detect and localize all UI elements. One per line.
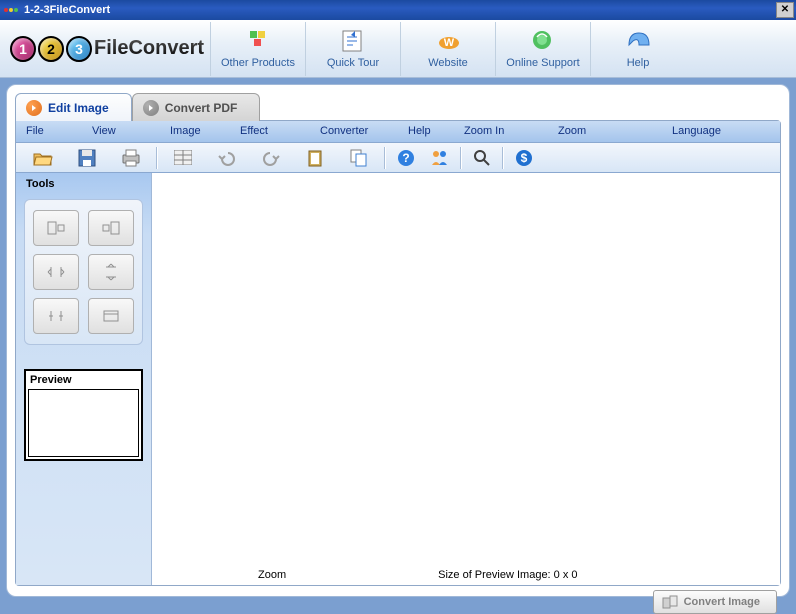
- buy-button[interactable]: $: [508, 145, 540, 171]
- main-frame: Edit Image Convert PDF FileViewImageEffe…: [6, 84, 790, 597]
- tools-title: Tools: [16, 173, 151, 195]
- sidebar: Tools Preview: [16, 173, 152, 585]
- clipboard-button[interactable]: [294, 145, 336, 171]
- quicktour-icon: [341, 29, 365, 53]
- support-icon: [531, 29, 555, 53]
- svg-text:W: W: [444, 37, 455, 49]
- tab-edit-image[interactable]: Edit Image: [15, 93, 132, 121]
- header-btn-label: Online Support: [506, 57, 579, 69]
- menu-view[interactable]: View: [82, 121, 160, 142]
- undo-button[interactable]: [206, 145, 248, 171]
- header-btn-products[interactable]: Other Products: [210, 22, 305, 76]
- app-icon: [4, 4, 20, 16]
- tool-crop[interactable]: [33, 298, 79, 334]
- help-icon-button[interactable]: ?: [390, 145, 422, 171]
- website-icon: W: [436, 29, 460, 53]
- menu-zoom-in[interactable]: Zoom In: [454, 121, 548, 142]
- window-title: 1-2-3FileConvert: [24, 4, 110, 16]
- logo-circle-3: 3: [66, 36, 92, 62]
- save-button[interactable]: [66, 145, 108, 171]
- header-btn-quicktour[interactable]: Quick Tour: [305, 22, 400, 76]
- redo-button[interactable]: [250, 145, 292, 171]
- tab-convert-pdf[interactable]: Convert PDF: [132, 93, 261, 121]
- title-bar: 1-2-3FileConvert ✕: [0, 0, 796, 20]
- tool-rotate-right[interactable]: [88, 210, 134, 246]
- tab-convert-pdf-label: Convert PDF: [165, 101, 238, 115]
- svg-text:$: $: [521, 151, 528, 165]
- tool-canvas[interactable]: [88, 298, 134, 334]
- status-bar: Zoom Size of Preview Image: 0 x 0: [152, 569, 780, 581]
- copy-button[interactable]: [338, 145, 380, 171]
- convert-image-button[interactable]: Convert Image: [653, 590, 777, 614]
- menu-bar: FileViewImageEffectConverterHelpZoom InZ…: [16, 121, 780, 143]
- svg-text:?: ?: [402, 151, 409, 165]
- preview-panel: Preview: [24, 369, 143, 461]
- tab-edit-image-label: Edit Image: [48, 101, 109, 115]
- status-zoom: Zoom: [258, 569, 286, 581]
- tools-panel: [24, 199, 143, 345]
- menu-zoom[interactable]: Zoom: [548, 121, 662, 142]
- canvas-area: Zoom Size of Preview Image: 0 x 0: [152, 173, 780, 585]
- menu-language[interactable]: Language: [662, 121, 722, 142]
- header-bar: 1 2 3 FileConvert Other Products Quick To…: [0, 20, 796, 78]
- products-icon: [246, 29, 270, 53]
- table-button[interactable]: [162, 145, 204, 171]
- users-button[interactable]: [424, 145, 456, 171]
- logo: 1 2 3 FileConvert: [0, 20, 210, 77]
- help-icon: [626, 29, 650, 53]
- status-size: Size of Preview Image: 0 x 0: [438, 569, 577, 581]
- menu-file[interactable]: File: [16, 121, 82, 142]
- zoom-button[interactable]: [466, 145, 498, 171]
- header-btn-support[interactable]: Online Support: [495, 22, 590, 76]
- open-button[interactable]: [22, 145, 64, 171]
- preview-title: Preview: [28, 373, 139, 387]
- convert-image-label: Convert Image: [684, 596, 760, 608]
- menu-converter[interactable]: Converter: [310, 121, 398, 142]
- header-btn-help[interactable]: Help: [590, 22, 685, 76]
- logo-circle-1: 1: [10, 36, 36, 62]
- header-btn-label: Help: [627, 57, 650, 69]
- menu-help[interactable]: Help: [398, 121, 454, 142]
- convert-icon: [662, 595, 678, 609]
- tool-flip-v[interactable]: [88, 254, 134, 290]
- menu-effect[interactable]: Effect: [230, 121, 310, 142]
- menu-image[interactable]: Image: [160, 121, 230, 142]
- header-btn-label: Quick Tour: [327, 57, 379, 69]
- logo-circle-2: 2: [38, 36, 64, 62]
- arrow-right-icon: [26, 100, 42, 116]
- tool-flip-h[interactable]: [33, 254, 79, 290]
- close-button[interactable]: ✕: [776, 2, 794, 18]
- tool-rotate-left[interactable]: [33, 210, 79, 246]
- header-btn-website[interactable]: W Website: [400, 22, 495, 76]
- header-btn-label: Website: [428, 57, 468, 69]
- toolbar: ? $: [16, 143, 780, 173]
- header-btn-label: Other Products: [221, 57, 295, 69]
- preview-box: [28, 389, 139, 457]
- arrow-right-icon: [143, 100, 159, 116]
- print-button[interactable]: [110, 145, 152, 171]
- logo-text: FileConvert: [94, 37, 204, 60]
